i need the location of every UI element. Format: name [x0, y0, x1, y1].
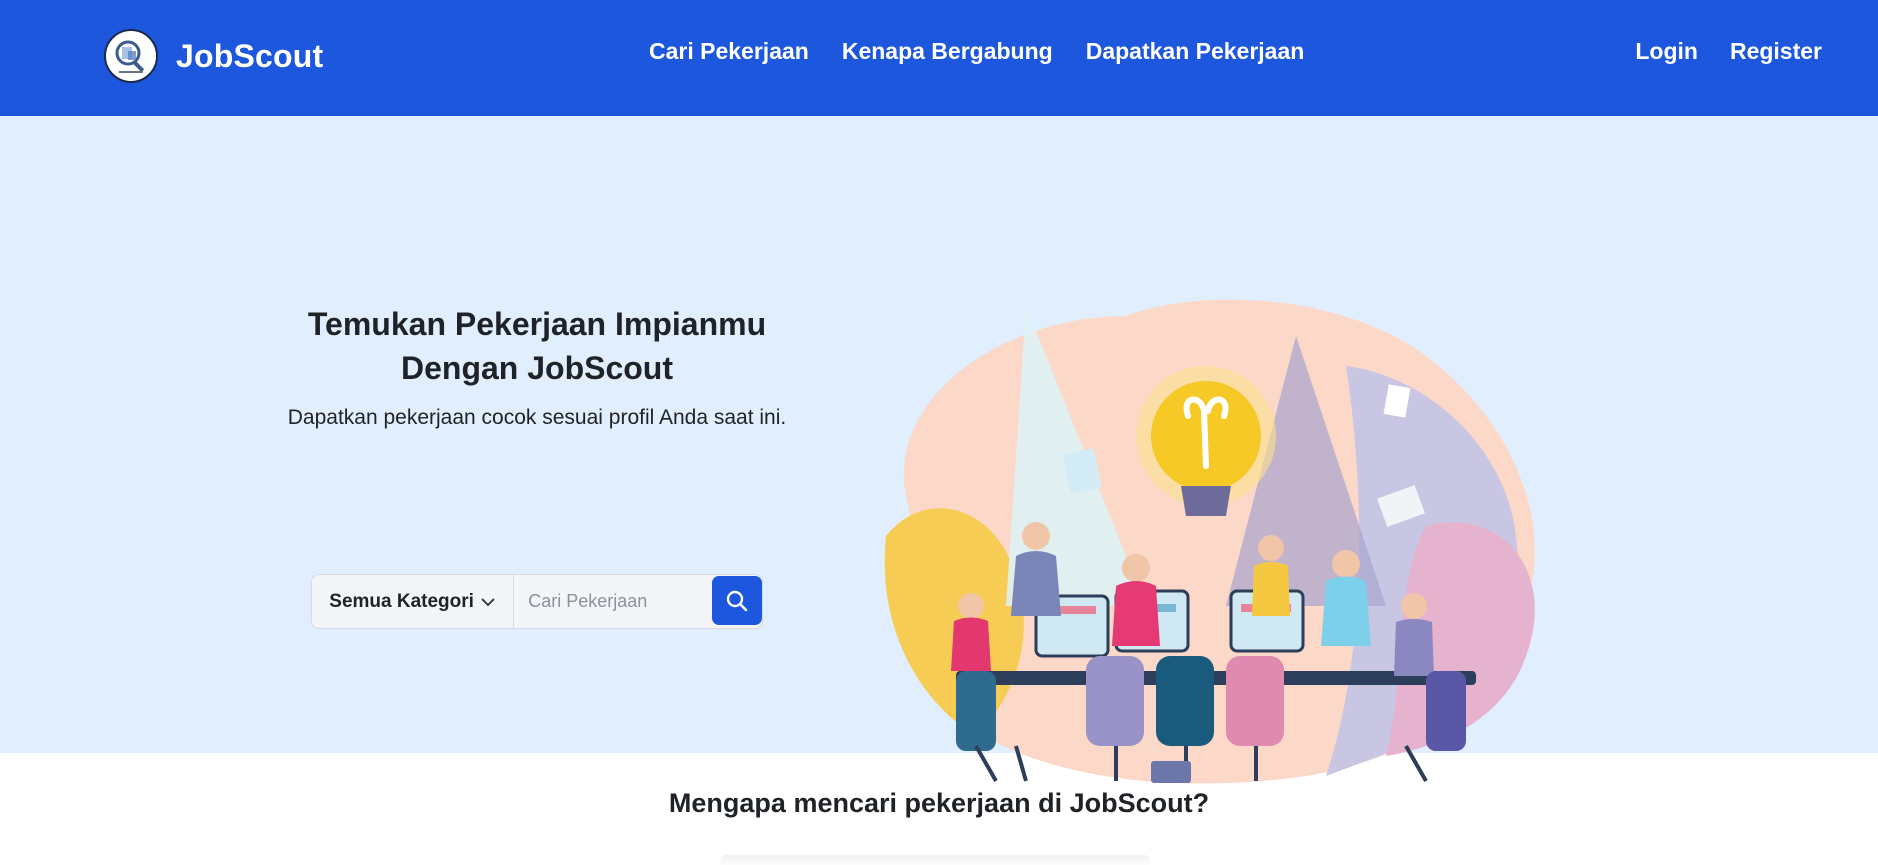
hero-illustration: [884, 299, 1535, 784]
nav-cari-pekerjaan[interactable]: Cari Pekerjaan: [649, 38, 809, 65]
brand-name: JobScout: [176, 37, 324, 74]
category-dropdown[interactable]: Semua Kategori: [312, 575, 515, 628]
search-input[interactable]: [514, 575, 713, 628]
login-link[interactable]: Login: [1635, 38, 1698, 65]
category-label: Semua Kategori: [329, 590, 474, 612]
brand-link[interactable]: JobScout: [104, 29, 323, 83]
chevron-down-icon: [481, 597, 495, 606]
auth-nav: Login Register: [1635, 38, 1822, 65]
navbar: JobScout Cari Pekerjaan Kenapa Bergabung…: [0, 0, 1878, 116]
hero-section: Temukan Pekerjaan Impianmu Dengan JobSco…: [0, 116, 1878, 784]
brand-logo: [104, 29, 158, 83]
hero-title: Temukan Pekerjaan Impianmu Dengan JobSco…: [260, 302, 814, 390]
search-icon: [726, 590, 748, 611]
nav-kenapa-bergabung[interactable]: Kenapa Bergabung: [842, 38, 1053, 65]
section-title: Mengapa mencari pekerjaan di JobScout?: [668, 788, 1210, 818]
nav-dapatkan-pekerjaan[interactable]: Dapatkan Pekerjaan: [1086, 38, 1305, 65]
hero-title-line1: Temukan Pekerjaan Impianmu: [307, 306, 767, 342]
card-top-edge: [720, 855, 1150, 865]
main-nav: Cari Pekerjaan Kenapa Bergabung Dapatkan…: [649, 38, 1304, 65]
search-bar: Semua Kategori: [311, 574, 763, 629]
search-button[interactable]: [712, 576, 762, 625]
hero-text: Temukan Pekerjaan Impianmu Dengan JobSco…: [260, 302, 814, 430]
register-link[interactable]: Register: [1730, 38, 1822, 65]
hero-title-line2: Dengan JobScout: [400, 350, 673, 386]
hero-subtitle: Dapatkan pekerjaan cocok sesuai profil A…: [287, 406, 787, 429]
